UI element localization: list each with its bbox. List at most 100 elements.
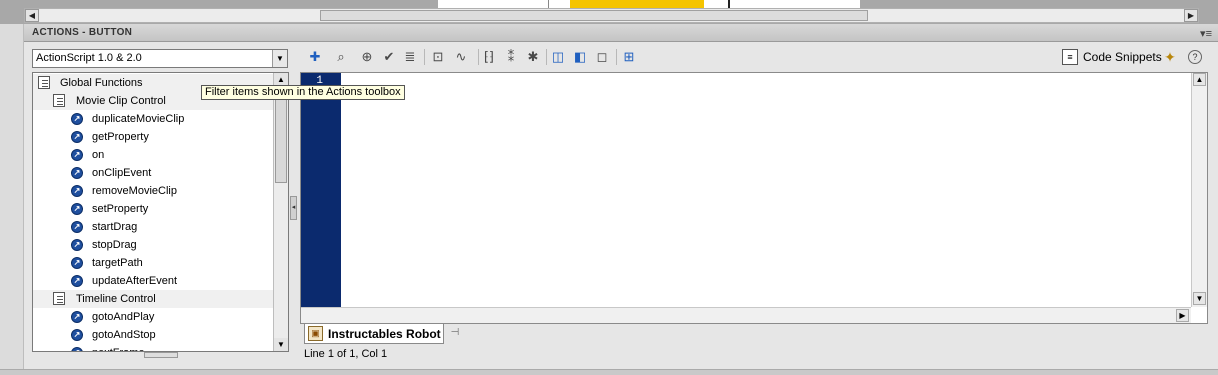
add-item-icon[interactable]: ✚: [306, 48, 324, 66]
actions-toolbox[interactable]: ↗ nextFrame ↗ gotoAndStop ↗ gotoAndPlay Timeli…: [32, 72, 289, 352]
scrollbar-thumb[interactable]: [320, 10, 868, 21]
collapse-panel-handle[interactable]: ◂: [290, 196, 297, 220]
left-dock-gutter: [0, 24, 24, 375]
book-icon: [53, 292, 65, 305]
panel-title: ACTIONS - BUTTON: [32, 27, 133, 38]
language-select[interactable]: ActionScript 1.0 & 2.0 ▼: [32, 49, 288, 68]
button-symbol-icon: ▣: [308, 326, 323, 341]
toolbox-item-label: startDrag: [92, 221, 138, 233]
toolbox-item-label: nextFrame: [92, 344, 145, 351]
panel-bottom-edge: [0, 369, 1218, 375]
apply-line-comment-icon[interactable]: ◧: [571, 48, 589, 66]
toolbox-item-label: Global Functions: [60, 77, 143, 89]
scroll-down-icon[interactable]: ▼: [1193, 292, 1206, 305]
action-circle-icon: ↗: [71, 113, 83, 125]
insert-target-path-icon[interactable]: ⊕: [358, 48, 376, 66]
action-circle-icon: ↗: [71, 257, 83, 269]
toolbar-separator: [424, 49, 425, 65]
action-circle-icon: ↗: [71, 185, 83, 197]
actions-panel-header[interactable]: ACTIONS - BUTTON ▾≡: [24, 24, 1218, 42]
toolbar-separator: [546, 49, 547, 65]
stage-horizontal-scrollbar[interactable]: ◀ ▶: [24, 8, 1199, 23]
apply-block-comment-icon[interactable]: ◫: [549, 48, 567, 66]
toolbox-action-item[interactable]: ↗ startDrag: [33, 218, 273, 236]
toolbar-separator: [478, 49, 479, 65]
action-circle-icon: ↗: [71, 221, 83, 233]
show-code-hint-icon[interactable]: ⊡: [429, 48, 447, 66]
scroll-down-icon[interactable]: ▼: [274, 338, 288, 351]
toolbox-action-item[interactable]: ↗ nextFrame: [33, 344, 273, 351]
toolbox-action-item[interactable]: ↗ targetPath: [33, 254, 273, 272]
chevron-down-icon[interactable]: ▼: [272, 50, 287, 67]
code-snippets-label: Code Snippets: [1083, 50, 1162, 64]
stage-artwork-detail: [704, 0, 730, 8]
editor-horizontal-scrollbar[interactable]: ▶: [301, 307, 1191, 323]
check-syntax-icon[interactable]: ✔: [380, 48, 398, 66]
cursor-position-status: Line 1 of 1, Col 1: [304, 348, 388, 360]
help-icon[interactable]: ?: [1188, 50, 1202, 64]
toolbox-resize-handle[interactable]: [144, 352, 178, 358]
action-circle-icon: ↗: [71, 311, 83, 323]
toolbox-action-item[interactable]: ↗ updateAfterEvent: [33, 272, 273, 290]
toolbox-item-label: onClipEvent: [92, 167, 152, 179]
toolbox-folder[interactable]: Timeline Control: [33, 290, 273, 308]
toolbox-item-label: Timeline Control: [76, 293, 156, 305]
show-hide-toolbox-icon[interactable]: ⊞: [620, 48, 638, 66]
line-number-gutter: 1: [301, 73, 341, 307]
scroll-left-icon[interactable]: ◀: [25, 9, 39, 22]
auto-format-icon[interactable]: ≣: [401, 48, 419, 66]
collapse-between-braces-icon[interactable]: ⁅⁆: [480, 48, 498, 66]
toolbox-item-label: stopDrag: [92, 239, 137, 251]
action-circle-icon: ↗: [71, 239, 83, 251]
action-circle-icon: ↗: [71, 167, 83, 179]
scroll-right-icon[interactable]: ▶: [1184, 9, 1198, 22]
pin-script-icon[interactable]: ⊣: [448, 327, 462, 339]
toolbar-separator: [616, 49, 617, 65]
code-snippets-icon: ≡: [1062, 49, 1078, 65]
book-icon: [38, 76, 50, 89]
toolbox-item-label: removeMovieClip: [92, 185, 177, 197]
toolbox-item-label: gotoAndStop: [92, 329, 156, 341]
action-circle-icon: ↗: [71, 275, 83, 287]
toolbox-action-item[interactable]: ↗ gotoAndPlay: [33, 308, 273, 326]
tooltip: Filter items shown in the Actions toolbo…: [201, 85, 405, 100]
collapse-selection-icon[interactable]: ⁑: [502, 48, 520, 66]
debug-options-icon[interactable]: ∿: [452, 48, 470, 66]
scroll-up-icon[interactable]: ▲: [1193, 73, 1206, 86]
toolbox-item-label: duplicateMovieClip: [92, 113, 185, 125]
toolbox-item-label: gotoAndPlay: [92, 311, 155, 323]
action-circle-icon: ↗: [71, 329, 83, 341]
script-assist-wand-icon[interactable]: ✦: [1160, 48, 1180, 66]
toolbox-action-item[interactable]: ↗ gotoAndStop: [33, 326, 273, 344]
scroll-right-icon[interactable]: ▶: [1176, 309, 1189, 322]
action-circle-icon: ↗: [71, 203, 83, 215]
find-icon[interactable]: ⌕: [332, 48, 350, 66]
stage-divider: [548, 0, 549, 8]
script-editor[interactable]: 1 ▲ ▼ ▶: [300, 72, 1208, 324]
script-toolbar: ✚ ⌕ ⊕ ✔ ≣ ⊡ ∿ ⁅⁆ ⁑ ✱ ◫ ◧ ◻ ⊞ ≡ Code Snip…: [300, 46, 1218, 68]
toolbox-item-label: setProperty: [92, 203, 149, 215]
toolbox-action-item[interactable]: ↗ stopDrag: [33, 236, 273, 254]
language-select-value: ActionScript 1.0 & 2.0: [36, 52, 142, 64]
stage-area: ◀ ▶: [0, 0, 1218, 24]
toolbox-action-item[interactable]: ↗ onClipEvent: [33, 164, 273, 182]
toolbox-action-item[interactable]: ↗ on: [33, 146, 273, 164]
action-circle-icon: ↗: [71, 131, 83, 143]
remove-comment-icon[interactable]: ◻: [593, 48, 611, 66]
editor-vertical-scrollbar[interactable]: ▲ ▼: [1191, 73, 1207, 307]
toolbox-item-label: targetPath: [92, 257, 143, 269]
expand-all-icon[interactable]: ✱: [524, 48, 542, 66]
toolbox-action-item[interactable]: ↗ setProperty: [33, 200, 273, 218]
script-tab-instructables-robot[interactable]: ▣ Instructables Robot: [304, 324, 444, 344]
scrollbar-thumb[interactable]: [275, 87, 287, 183]
toolbox-item-label: on: [92, 149, 105, 161]
action-circle-icon: ↗: [71, 149, 83, 161]
toolbox-item-label: getProperty: [92, 131, 149, 143]
toolbox-vertical-scrollbar[interactable]: ▲ ▼: [273, 73, 288, 351]
toolbox-action-item[interactable]: ↗ removeMovieClip: [33, 182, 273, 200]
panel-menu-icon[interactable]: ▾≡: [1200, 27, 1212, 40]
toolbox-item-label: updateAfterEvent: [92, 275, 178, 287]
stage-artwork: [570, 0, 704, 8]
toolbox-action-item[interactable]: ↗ getProperty: [33, 128, 273, 146]
toolbox-action-item[interactable]: ↗ duplicateMovieClip: [33, 110, 273, 128]
